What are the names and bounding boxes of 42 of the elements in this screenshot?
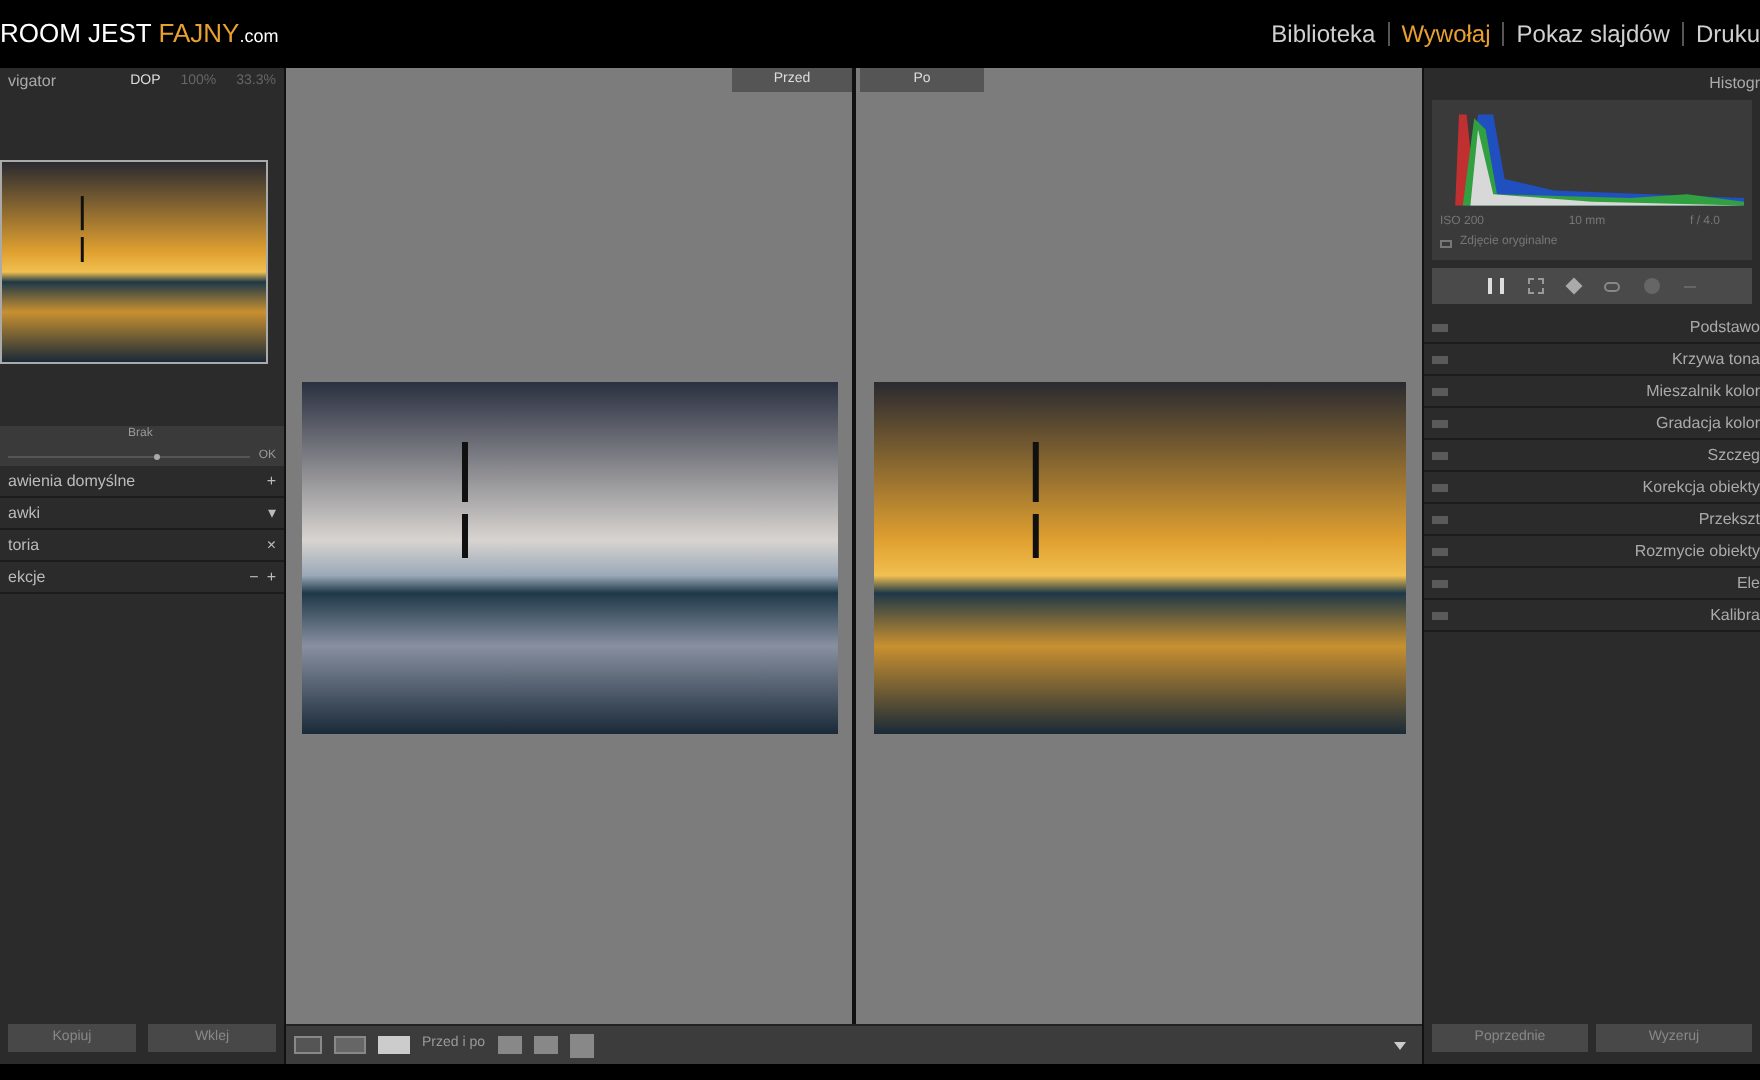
panel-header[interactable]: Przekszt	[1424, 504, 1760, 536]
loupe-view-icon[interactable]	[294, 1036, 322, 1054]
panel-toggle-icon[interactable]	[1432, 451, 1448, 459]
panel-header[interactable]: Szczeg	[1424, 440, 1760, 472]
amount-slider-thumb[interactable]	[153, 454, 160, 460]
module-tab[interactable]: Wywołaj	[1401, 16, 1491, 52]
checkbox-icon[interactable]	[1440, 239, 1452, 247]
panel-header[interactable]: Ele	[1424, 568, 1760, 600]
histogram-title: Histogr	[1709, 72, 1760, 96]
panel-toggle-icon[interactable]	[1432, 611, 1448, 619]
panel-header[interactable]: awki ▾	[0, 498, 284, 530]
dropdown-icon[interactable]	[1394, 1041, 1406, 1049]
panel-toggle-icon[interactable]	[1432, 419, 1448, 427]
panel-header[interactable]: Krzywa tona	[1424, 344, 1760, 376]
panel-toggle-icon[interactable]	[1432, 547, 1448, 555]
navigator-title: vigator	[8, 70, 57, 94]
panel-header[interactable]: Mieszalnik kolor	[1424, 376, 1760, 408]
panel-toggle-icon[interactable]	[1432, 483, 1448, 491]
panel-control[interactable]: +	[266, 469, 276, 493]
panel-header[interactable]: Podstawo	[1424, 312, 1760, 344]
panel-toggle-icon[interactable]	[1432, 323, 1448, 331]
logo: ROOM JEST FAJNY.com	[0, 16, 279, 53]
module-tab[interactable]: Biblioteka	[1271, 16, 1376, 52]
panel-header[interactable]: awienia domyślne +	[0, 466, 284, 498]
panel-toggle-icon[interactable]	[1432, 579, 1448, 587]
panel-control[interactable]: +	[266, 565, 276, 589]
module-tab[interactable]: Druku	[1695, 16, 1760, 52]
panel-control[interactable]: ×	[266, 533, 276, 557]
panel-control[interactable]: ▾	[268, 501, 276, 525]
panel-header[interactable]: toria ×	[0, 530, 284, 562]
panel-header[interactable]: ekcje − +	[0, 562, 284, 594]
panel-header[interactable]: Kalibra	[1424, 600, 1760, 632]
crop-icon[interactable]	[1528, 278, 1544, 294]
panel-toggle-icon[interactable]	[1432, 515, 1448, 523]
panel-header[interactable]: Korekcja obiekty	[1424, 472, 1760, 504]
panel-toggle-icon[interactable]	[1432, 355, 1448, 363]
panel-header[interactable]: Rozmycie obiekty	[1424, 536, 1760, 568]
panel-control[interactable]: −	[249, 565, 259, 589]
panel-toggle-icon[interactable]	[1432, 387, 1448, 395]
module-tab[interactable]: Pokaz slajdów	[1516, 16, 1670, 52]
panel-header[interactable]: Gradacja kolor	[1424, 408, 1760, 440]
compare-view-icon[interactable]	[334, 1036, 366, 1054]
